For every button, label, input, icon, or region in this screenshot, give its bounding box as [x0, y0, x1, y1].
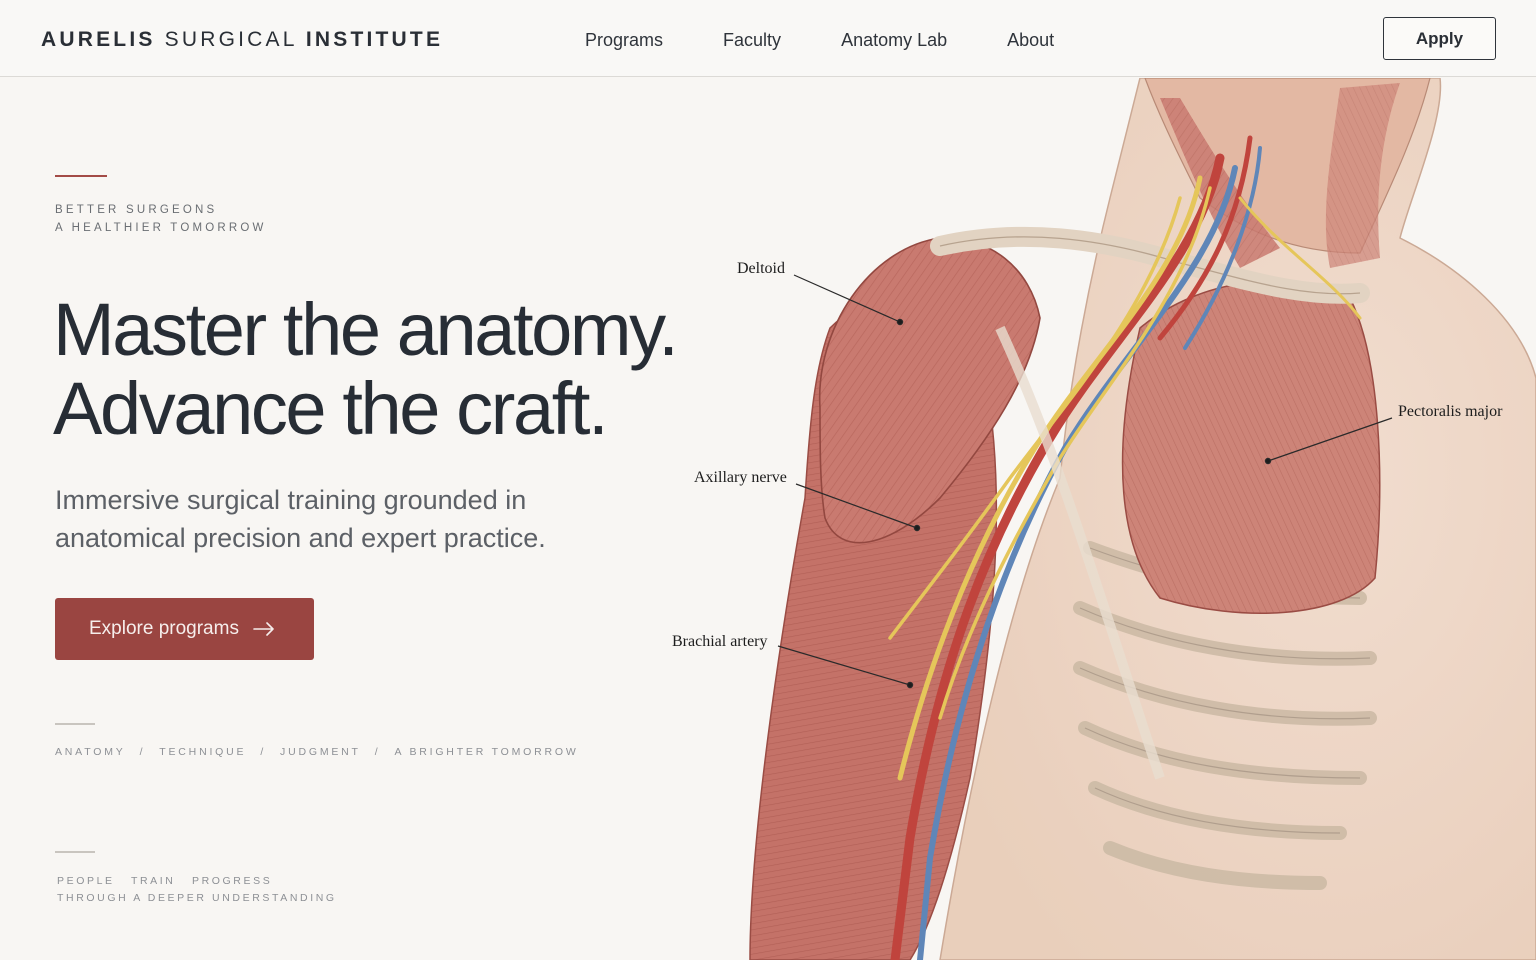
pillar-item: ANATOMY: [55, 746, 126, 758]
headline-line-2: Advance the craft.: [53, 367, 609, 450]
brand-word-3: INSTITUTE: [305, 28, 444, 51]
site-header: AURELIS SURGICAL INSTITUTE Programs Facu…: [0, 0, 1536, 77]
footnote: PEOPLE TRAIN PROGRESS THROUGH A DEEPER U…: [57, 873, 337, 907]
nav-faculty[interactable]: Faculty: [723, 30, 781, 51]
nav-anatomy-lab[interactable]: Anatomy Lab: [841, 30, 947, 51]
pillar-item: A BRIGHTER TOMORROW: [394, 746, 579, 758]
label-deltoid: Deltoid: [737, 260, 785, 277]
tagline: BETTER SURGEONS A HEALTHIER TOMORROW: [55, 201, 267, 237]
footnote-word: PROGRESS: [191, 875, 273, 887]
cta-label: Explore programs: [89, 618, 239, 639]
pillar-separator: /: [374, 746, 381, 758]
apply-button[interactable]: Apply: [1383, 17, 1496, 60]
nav-about[interactable]: About: [1007, 30, 1054, 51]
brand-logo[interactable]: AURELIS SURGICAL INSTITUTE: [41, 28, 443, 52]
accent-rule: [55, 175, 107, 177]
pillar-item: TECHNIQUE: [159, 746, 247, 758]
brand-word-1: AURELIS: [41, 28, 156, 51]
brand-word-2: SURGICAL: [164, 28, 297, 51]
hero-headline: Master the anatomy. Advance the craft.: [53, 288, 679, 450]
main-nav: Programs Faculty Anatomy Lab About: [585, 30, 1114, 51]
label-pectoralis-major: Pectoralis major: [1398, 403, 1503, 420]
explore-programs-button[interactable]: Explore programs: [55, 598, 314, 660]
footnote-word: TRAIN: [130, 875, 176, 887]
hero-subheadline: Immersive surgical training grounded in …: [55, 485, 546, 553]
pillar-separator: /: [139, 746, 146, 758]
pectoralis-muscle: [1121, 280, 1381, 614]
footnote-word: PEOPLE: [57, 875, 115, 887]
anatomy-illustration: Deltoid Pectoralis major Axillary nerve …: [672, 78, 1536, 960]
pillar-item: JUDGMENT: [280, 746, 361, 758]
pillars-list: ANATOMY / TECHNIQUE / JUDGMENT / A BRIGH…: [55, 746, 579, 758]
divider-rule-2: [55, 851, 95, 853]
divider-rule: [55, 723, 95, 725]
headline-line-1: Master the anatomy.: [53, 288, 679, 371]
label-brachial-artery: Brachial artery: [672, 633, 768, 650]
tagline-line-2: A HEALTHIER TOMORROW: [55, 222, 267, 234]
label-axillary-nerve: Axillary nerve: [694, 469, 787, 486]
nav-programs[interactable]: Programs: [585, 30, 663, 51]
pillar-separator: /: [260, 746, 267, 758]
arrow-right-icon: [253, 622, 274, 636]
tagline-line-1: BETTER SURGEONS: [55, 204, 218, 216]
footnote-line-2: THROUGH A DEEPER UNDERSTANDING: [57, 892, 337, 904]
footnote-line-1: PEOPLE TRAIN PROGRESS: [57, 873, 337, 890]
